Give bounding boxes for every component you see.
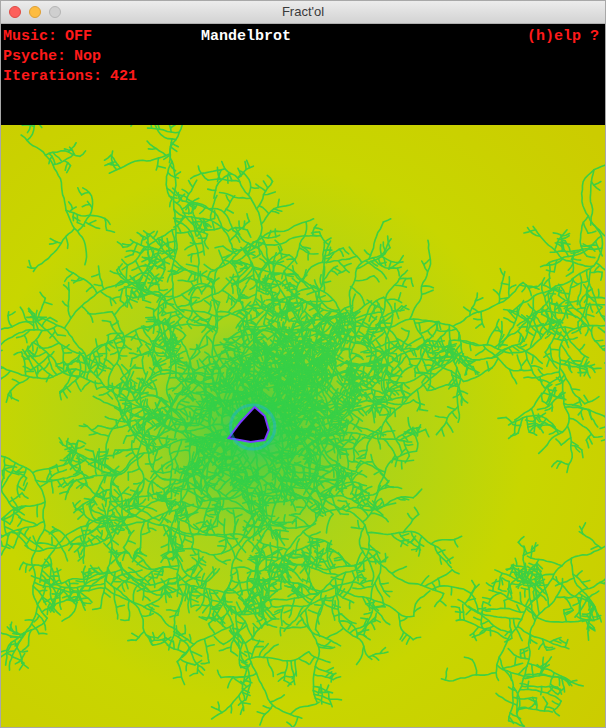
close-button[interactable] [9,6,21,18]
status-label: Iterations: [3,67,102,87]
status-value: Nop [74,47,101,67]
status-label: Music: [3,27,57,47]
status-line: Iterations: 421 [3,67,201,87]
status-list: Music: OFFPsyche: NopIterations: 421 [3,27,201,87]
status-label: Psyche: [3,47,66,67]
title-bar[interactable]: Fract'ol [1,1,605,24]
window-title: Fract'ol [61,2,597,22]
fractal-name: Mandelbrot [201,27,291,47]
fractal-view[interactable] [1,125,605,727]
zoom-button[interactable] [49,6,61,18]
app-window: Fract'olMusic: OFFPsyche: NopIterations: 42… [0,0,606,728]
info-header: Music: OFFPsyche: NopIterations: 421 Mandelb… [1,24,605,125]
minimize-button[interactable] [29,6,41,18]
fractal-canvas[interactable] [1,125,605,727]
window-controls [9,6,61,18]
status-line: Music: OFF [3,27,201,47]
status-line: Psyche: Nop [3,47,201,67]
status-value: OFF [65,27,92,47]
status-value: 421 [110,67,137,87]
help-hint[interactable]: (h)elp ? [527,27,603,47]
